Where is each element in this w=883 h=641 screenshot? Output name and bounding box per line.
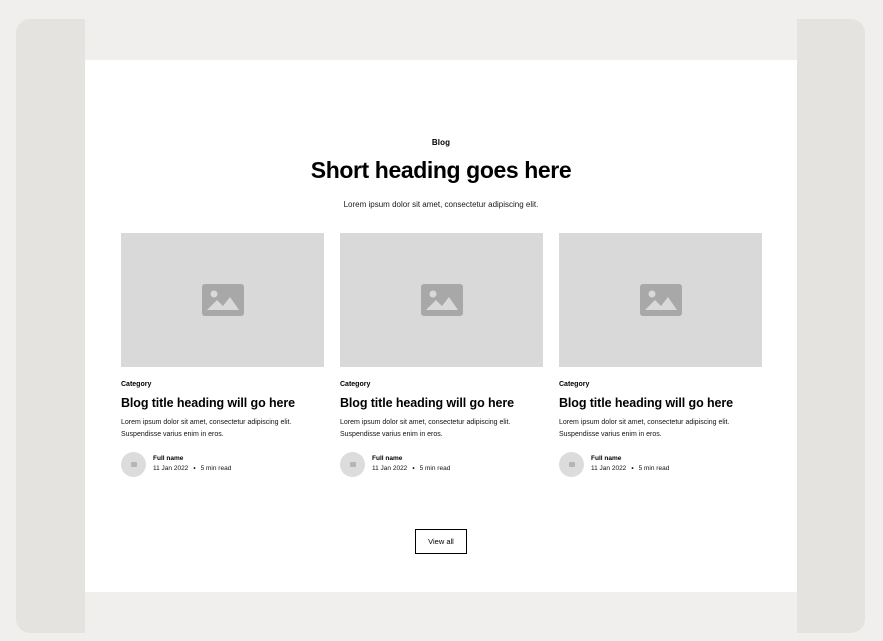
section-subheading: Lorem ipsum dolor sit amet, consectetur …: [343, 200, 539, 209]
post-meta: 11 Jan 2022 • 5 min read: [591, 465, 669, 472]
blog-card[interactable]: Category Blog title heading will go here…: [121, 233, 324, 483]
blog-card[interactable]: Category Blog title heading will go here…: [559, 233, 762, 483]
card-category[interactable]: Category: [340, 381, 370, 388]
author-name: Full name: [372, 455, 403, 462]
card-image[interactable]: [559, 233, 762, 367]
card-title[interactable]: Blog title heading will go here: [121, 396, 295, 410]
card-description: Lorem ipsum dolor sit amet, consectetur …: [121, 419, 292, 438]
card-category[interactable]: Category: [121, 381, 151, 388]
card-description: Lorem ipsum dolor sit amet, consectetur …: [559, 419, 730, 438]
blog-section: Blog Short heading goes here Lorem ipsum…: [85, 60, 797, 592]
section-heading: Short heading goes here: [310, 157, 572, 183]
author-name: Full name: [591, 455, 622, 462]
avatar: [559, 452, 584, 477]
avatar-placeholder-icon: [568, 462, 575, 467]
avatar: [340, 452, 365, 477]
image-placeholder-icon: [420, 284, 463, 316]
card-description: Lorem ipsum dolor sit amet, consectetur …: [340, 419, 511, 438]
post-meta: 11 Jan 2022 • 5 min read: [153, 465, 231, 472]
card-author: Full name 11 Jan 2022 • 5 min read: [559, 452, 762, 478]
blog-card[interactable]: Category Blog title heading will go here…: [340, 233, 543, 483]
post-meta: 11 Jan 2022 • 5 min read: [372, 465, 450, 472]
card-title[interactable]: Blog title heading will go here: [559, 396, 733, 410]
post-date: 11 Jan 2022: [372, 465, 408, 472]
meta-separator: •: [193, 465, 196, 472]
avatar: [121, 452, 146, 477]
avatar-placeholder-icon: [349, 462, 356, 467]
post-date: 11 Jan 2022: [591, 465, 627, 472]
card-image[interactable]: [121, 233, 324, 367]
avatar-placeholder-icon: [130, 462, 137, 467]
meta-separator: •: [631, 465, 634, 472]
card-image[interactable]: [340, 233, 543, 367]
post-date: 11 Jan 2022: [153, 465, 189, 472]
card-category[interactable]: Category: [559, 381, 589, 388]
image-placeholder-icon: [201, 284, 244, 316]
author-name: Full name: [153, 455, 184, 462]
meta-separator: •: [412, 465, 415, 472]
card-author: Full name 11 Jan 2022 • 5 min read: [340, 452, 543, 478]
read-time: 5 min read: [419, 465, 451, 472]
section-eyebrow: Blog: [431, 138, 451, 147]
read-time: 5 min read: [200, 465, 232, 472]
card-title[interactable]: Blog title heading will go here: [340, 396, 514, 410]
preview-frame: Blog Short heading goes here Lorem ipsum…: [16, 19, 865, 633]
image-placeholder-icon: [639, 284, 682, 316]
view-all-button[interactable]: View all: [415, 529, 467, 554]
read-time: 5 min read: [638, 465, 670, 472]
card-author: Full name 11 Jan 2022 • 5 min read: [121, 452, 324, 478]
